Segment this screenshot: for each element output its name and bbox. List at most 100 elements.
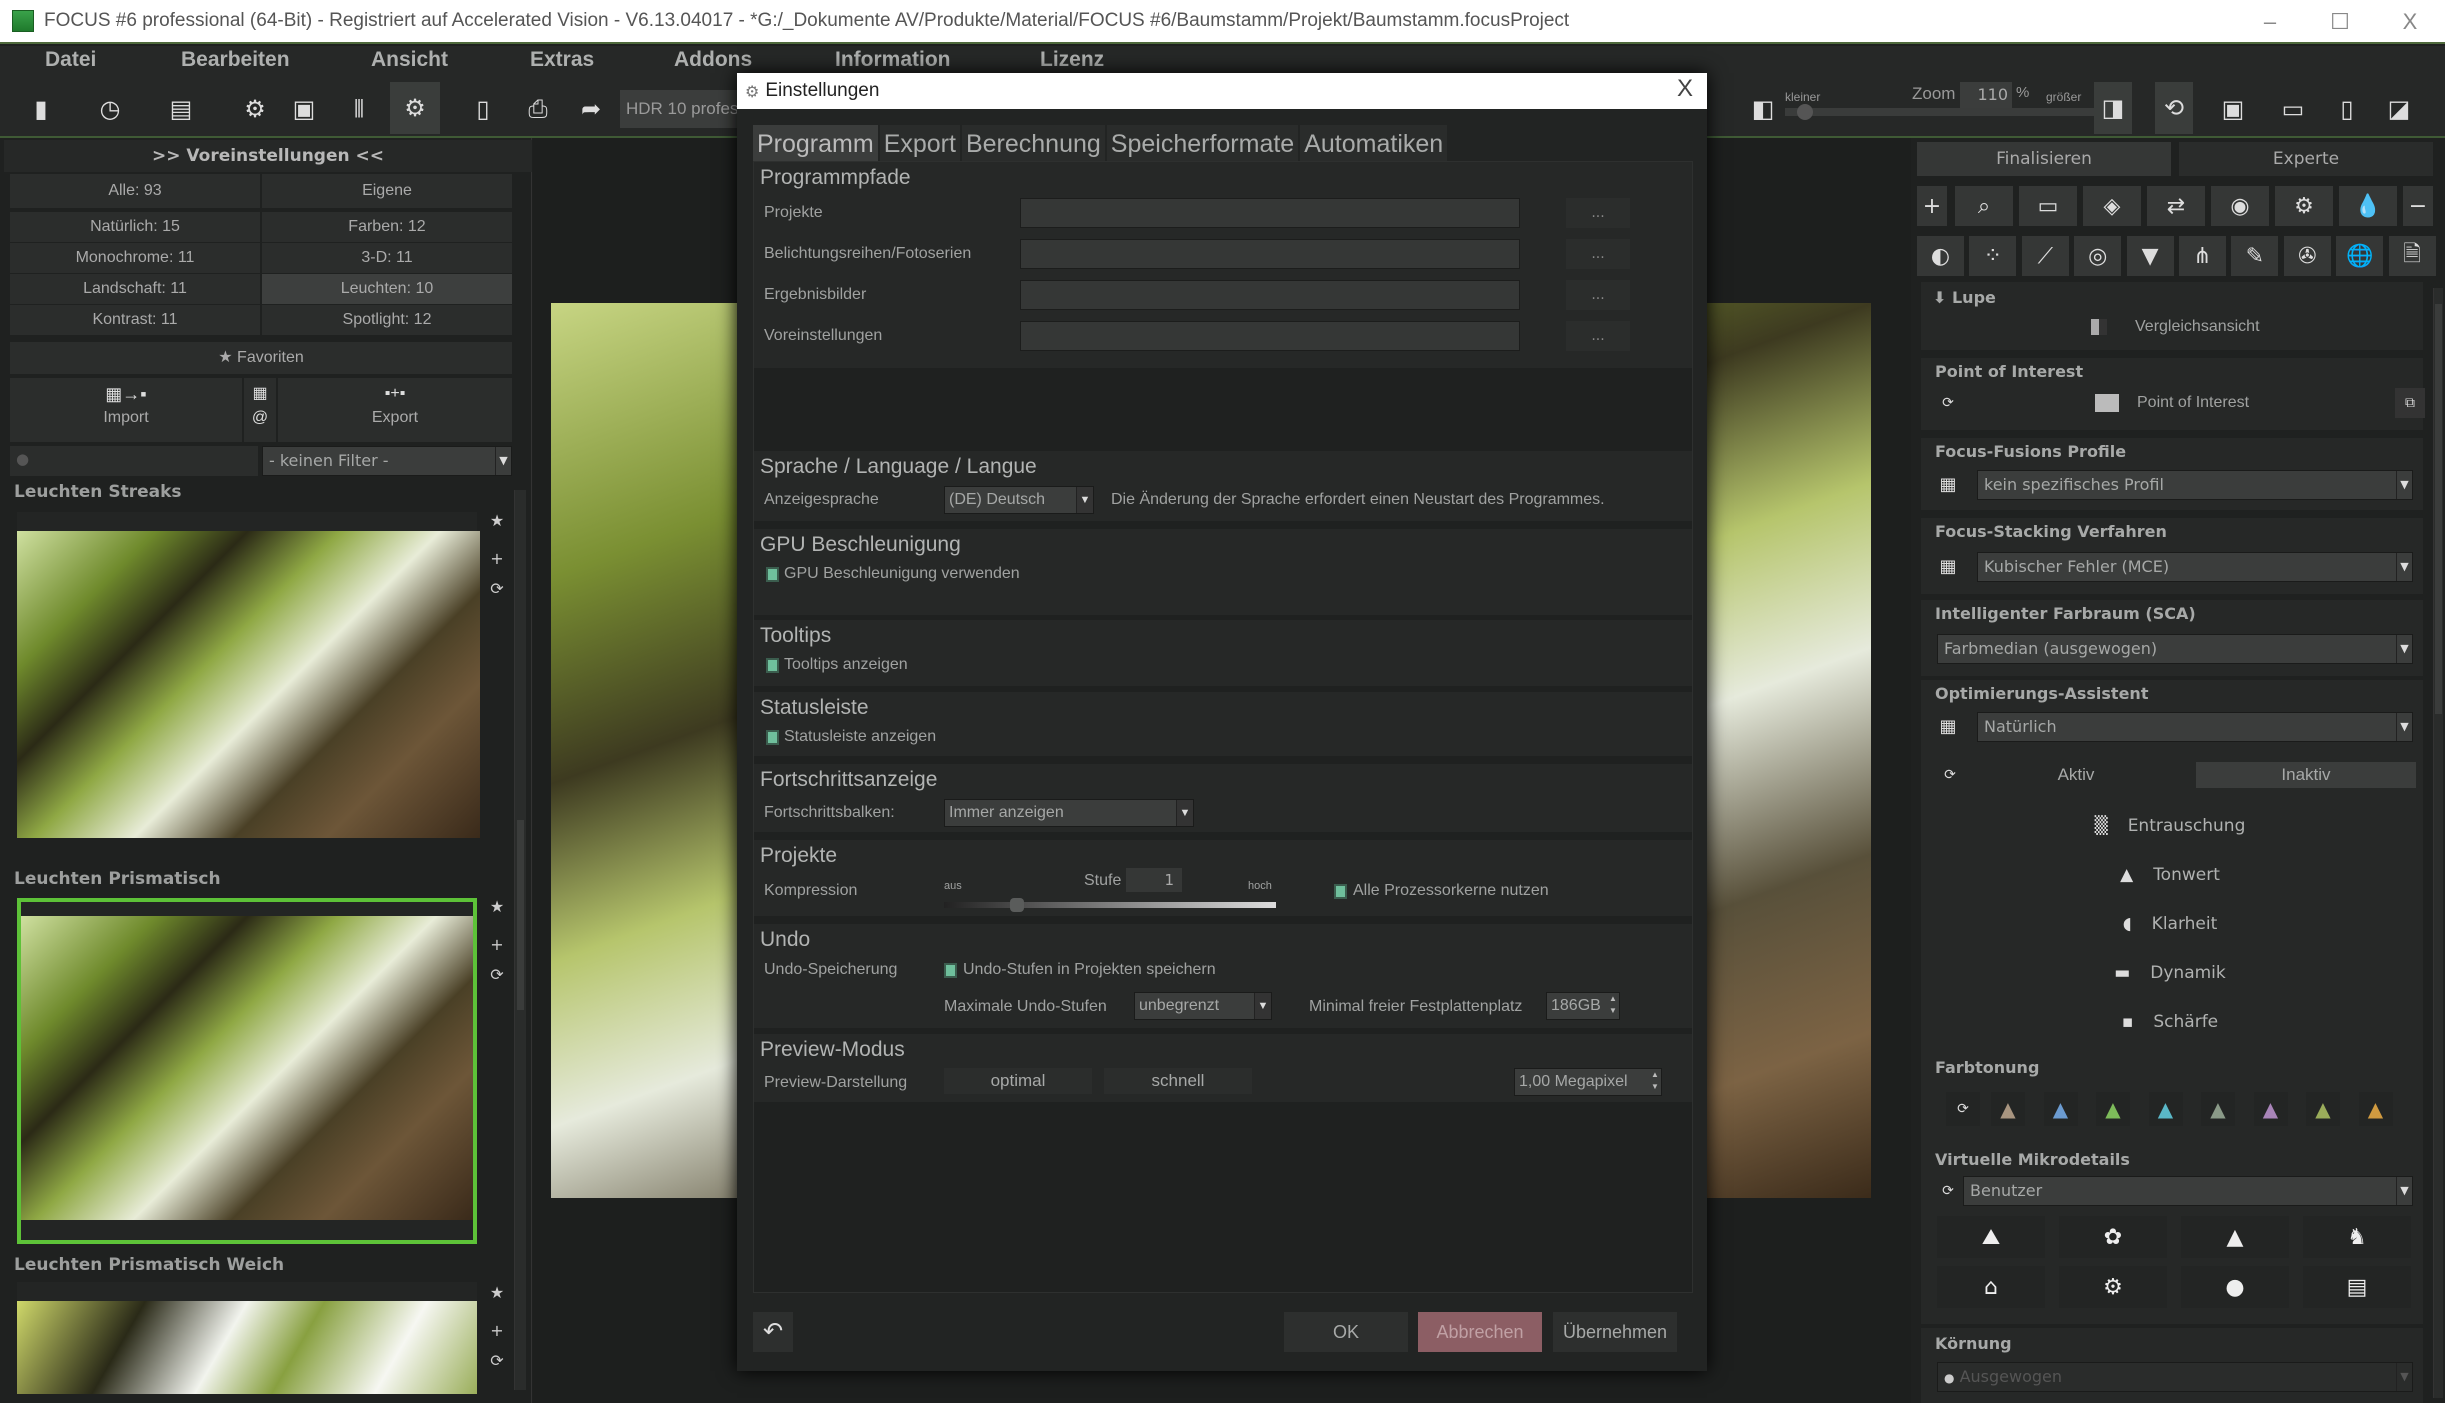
tab-finalisieren[interactable]: Finalisieren: [1917, 142, 2171, 176]
statusbar-checkbox[interactable]: [766, 730, 779, 745]
refresh-icon[interactable]: ⟳: [1933, 1176, 1963, 1206]
gallery-icon[interactable]: ▣: [281, 86, 327, 132]
zoom-out-icon[interactable]: ◧: [1740, 86, 1786, 132]
close-window-button[interactable]: X: [2375, 0, 2445, 44]
sca-select[interactable]: Farbmedian (ausgewogen) ▼: [1937, 634, 2413, 664]
megapixel-spinbox[interactable]: 1,00 Megapixel ▲ ▼: [1514, 1068, 1662, 1096]
plus-icon[interactable]: +: [1917, 186, 1947, 226]
color-drop-icon[interactable]: ▲: [2201, 1092, 2235, 1126]
brushes-icon[interactable]: ⫴: [336, 86, 382, 132]
fit-width-icon[interactable]: ▭: [2270, 86, 2316, 132]
mountain-icon[interactable]: ▲: [2181, 1216, 2289, 1258]
spin-arrows-icon[interactable]: ▲ ▼: [1607, 993, 1619, 1019]
history-icon[interactable]: ◷: [87, 86, 133, 132]
new-file-icon[interactable]: ▮: [18, 86, 64, 132]
finalize-scrollbar[interactable]: [2433, 288, 2443, 1398]
undo-checkbox[interactable]: [944, 963, 957, 978]
tab-experte[interactable]: Experte: [2179, 142, 2433, 176]
tab-berechnung[interactable]: Berechnung: [961, 125, 1105, 161]
profile-grid-icon[interactable]: ▦: [1933, 552, 1963, 582]
favorite-star-icon[interactable]: ★: [486, 510, 508, 532]
presets-scrollbar[interactable]: [514, 490, 526, 1390]
preset-filter-1[interactable]: Eigene: [262, 174, 512, 208]
add-icon[interactable]: +: [486, 548, 508, 570]
micro-details-select[interactable]: Benutzer ▼: [1963, 1176, 2413, 1206]
zoom-slider[interactable]: [1785, 104, 2097, 120]
hdr-profile-field[interactable]: HDR 10 professional: [620, 90, 740, 128]
scrollbar-thumb[interactable]: [2435, 304, 2442, 714]
preset-filter-6[interactable]: Landschaft: 11: [10, 274, 260, 304]
noise-icon[interactable]: ⁘: [1969, 236, 2017, 276]
preset-filter-3[interactable]: Farben: 12: [262, 212, 512, 242]
refresh-icon[interactable]: ⟳: [486, 578, 508, 600]
drop-icon[interactable]: 💧: [2339, 186, 2397, 226]
wand-icon[interactable]: ⟋: [2021, 236, 2069, 276]
scrollbar-thumb[interactable]: [517, 820, 524, 1010]
refresh-icon[interactable]: ⟳: [486, 964, 508, 986]
refresh-icon[interactable]: ⟳: [486, 1350, 508, 1372]
color-drop-icon[interactable]: ▲: [1991, 1092, 2025, 1126]
share-icon[interactable]: ➦: [568, 86, 614, 132]
fullscreen-icon[interactable]: ◪: [2376, 86, 2422, 132]
add-icon[interactable]: +: [486, 1320, 508, 1342]
menu-ansicht[interactable]: Ansicht: [371, 48, 448, 72]
stacking-method-select[interactable]: Kubischer Fehler (MCE) ▼: [1977, 552, 2413, 582]
minimize-button[interactable]: –: [2235, 0, 2305, 44]
gear-chart-icon[interactable]: ⚙: [2275, 186, 2333, 226]
bulb-gear-icon[interactable]: ⚙: [2059, 1266, 2167, 1308]
tab-programm[interactable]: Programm: [753, 125, 878, 161]
color-drop-icon[interactable]: ▲: [2148, 1092, 2183, 1126]
compression-level-field[interactable]: 1: [1126, 868, 1182, 892]
documents-icon[interactable]: ▤: [158, 86, 204, 132]
fit-frame-icon[interactable]: ▣: [2210, 86, 2256, 132]
zoom-slider-handle[interactable]: [1796, 104, 1813, 120]
flower-icon[interactable]: ✿: [2059, 1216, 2167, 1258]
max-undo-select[interactable]: unbegrenzt ▼: [1134, 992, 1272, 1020]
optimizer-select[interactable]: Natürlich ▼: [1977, 712, 2413, 742]
profile-grid-icon[interactable]: ▦: [1933, 470, 1963, 500]
horse-icon[interactable]: ♞: [2303, 1216, 2411, 1258]
tooltips-checkbox[interactable]: [766, 658, 779, 673]
color-cube-icon[interactable]: ▼: [2126, 236, 2174, 276]
fit-height-icon[interactable]: ▯: [2324, 86, 2370, 132]
gpu-checkbox[interactable]: [766, 567, 779, 582]
raw-settings-icon[interactable]: ⚙: [232, 86, 278, 132]
browse-path-button[interactable]: ...: [1566, 239, 1630, 269]
compare-view-label[interactable]: Vergleichsansicht: [2135, 318, 2260, 336]
cancel-button[interactable]: Abbrechen: [1418, 1312, 1542, 1352]
zoom-in-icon[interactable]: ◨: [2094, 82, 2132, 134]
zoom-value-field[interactable]: 110: [1960, 82, 2012, 108]
refresh-icon[interactable]: ⟳: [1946, 1092, 1980, 1126]
preview-fast-button[interactable]: schnell: [1104, 1068, 1252, 1094]
menu-information[interactable]: Information: [835, 48, 951, 72]
settings-gears-icon[interactable]: ⚙: [390, 82, 440, 134]
apply-button[interactable]: Übernehmen: [1553, 1312, 1677, 1352]
grain-select[interactable]: ● Ausgewogen ▼: [1937, 1362, 2413, 1392]
copy-icon[interactable]: ⧉: [2395, 388, 2425, 418]
network-icon[interactable]: ⋔: [2179, 236, 2226, 276]
print-icon[interactable]: ⎙: [515, 86, 561, 132]
browse-path-button[interactable]: ...: [1566, 321, 1630, 351]
preset-filter-9[interactable]: Spotlight: 12: [262, 305, 512, 335]
compare-icon[interactable]: ⇄: [2147, 186, 2205, 226]
maximize-button[interactable]: ☐: [2305, 0, 2375, 44]
browse-path-button[interactable]: ...: [1566, 280, 1630, 310]
minus-icon[interactable]: −: [2403, 186, 2433, 226]
progress-select[interactable]: Immer anzeigen ▼: [944, 799, 1194, 827]
rgb-circles-icon[interactable]: ◉: [2211, 186, 2269, 226]
tool-dynamik[interactable]: ▬ Dynamik: [1939, 951, 2401, 995]
frame-icon[interactable]: ▭: [2019, 186, 2077, 226]
reset-undo-button[interactable]: ↶: [753, 1312, 793, 1352]
path-input[interactable]: [1020, 198, 1520, 228]
online-presets-button[interactable]: ▦ @: [244, 378, 276, 442]
tool-entrauschung[interactable]: ▒ Entrauschung: [1939, 804, 2401, 848]
mountains-cloud-icon[interactable]: ⛰: [1937, 1216, 2045, 1258]
menu-bearbeiten[interactable]: Bearbeiten: [181, 48, 290, 72]
fusion-profile-select[interactable]: kein spezifisches Profil ▼: [1977, 470, 2413, 500]
refresh-icon[interactable]: ⟳: [1935, 760, 1965, 790]
retouch-icon[interactable]: ✎: [2231, 236, 2279, 276]
compression-slider[interactable]: [944, 898, 1276, 912]
preset-search-input[interactable]: ●: [10, 446, 258, 476]
favorite-star-icon[interactable]: ★: [486, 1282, 508, 1304]
preview-optimal-button[interactable]: optimal: [944, 1068, 1092, 1094]
